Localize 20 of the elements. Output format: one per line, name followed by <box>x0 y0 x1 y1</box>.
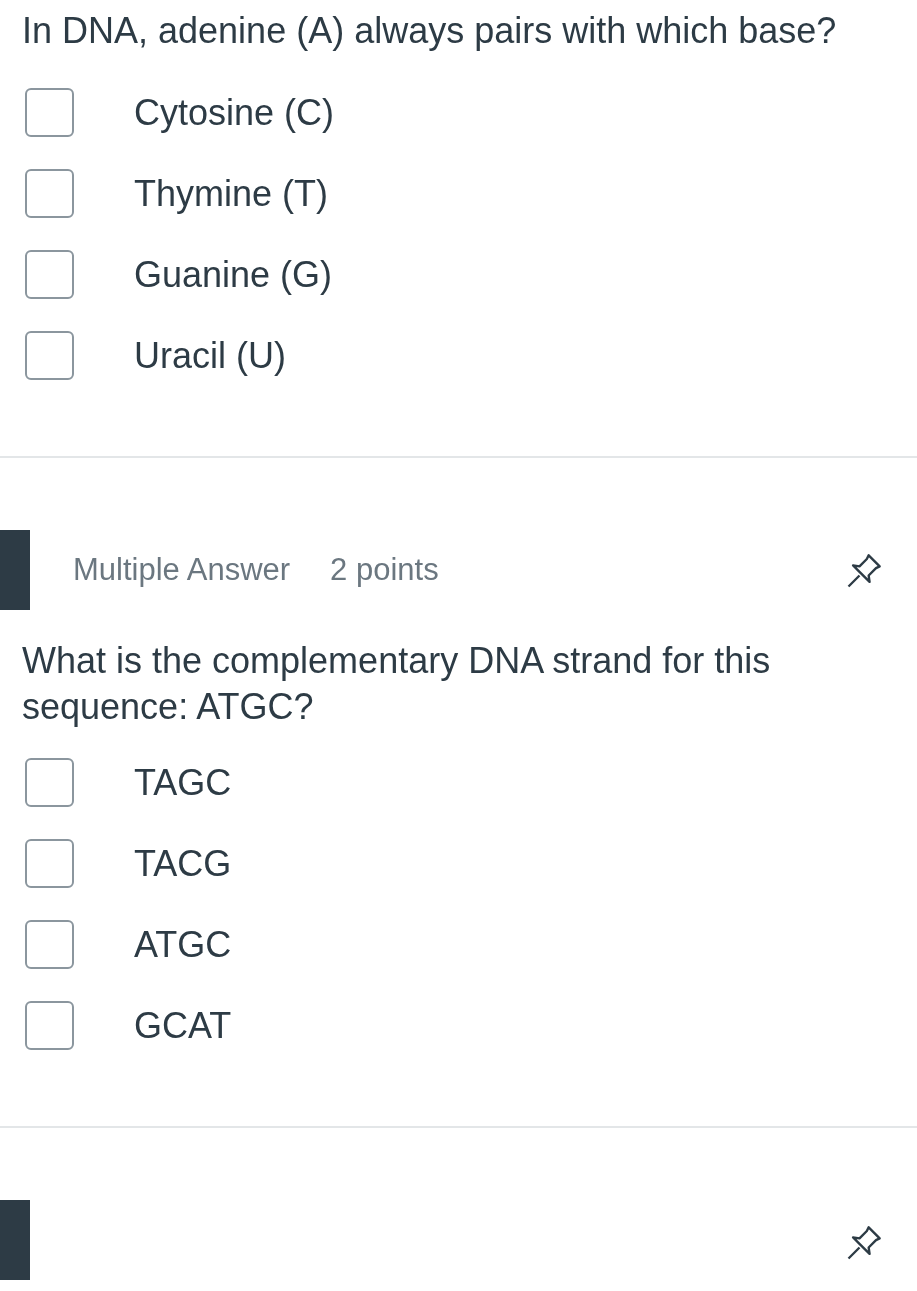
answer-label: Guanine (G) <box>134 252 333 297</box>
question-prompt: What is the complementary DNA strand for this sequence: ATGC? <box>21 639 772 729</box>
answer-label: GCAT <box>134 1003 232 1048</box>
answer-checkbox[interactable] <box>25 169 74 218</box>
answer-label: Thymine (T) <box>134 171 328 216</box>
answer-checkbox[interactable] <box>25 920 74 969</box>
question-prompt: In DNA, adenine (A) always pairs with which base? <box>21 9 838 53</box>
answer-checkbox[interactable] <box>25 1001 74 1050</box>
answer-checkbox[interactable] <box>25 839 74 888</box>
answer-label: TACG <box>134 841 232 886</box>
answer-checkbox[interactable] <box>25 758 74 807</box>
answer-label: Cytosine (C) <box>134 90 335 135</box>
question-type: Multiple Answer <box>73 550 291 589</box>
answer-checkbox[interactable] <box>25 250 74 299</box>
answer-checkbox[interactable] <box>25 331 74 380</box>
answer-checkbox[interactable] <box>25 88 74 137</box>
question-points: 2 points <box>330 550 439 589</box>
answer-label: TAGC <box>134 760 232 805</box>
answer-label: Uracil (U) <box>134 333 286 378</box>
answer-label: ATGC <box>134 922 232 967</box>
